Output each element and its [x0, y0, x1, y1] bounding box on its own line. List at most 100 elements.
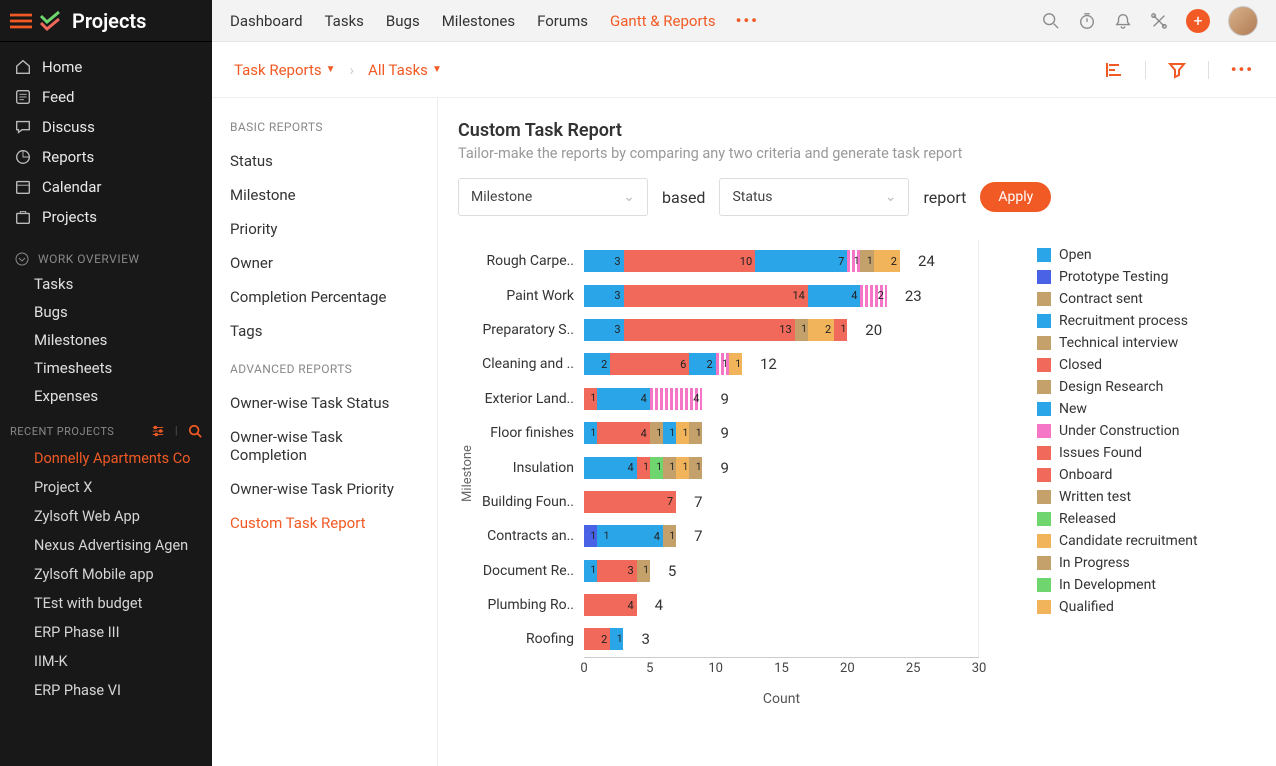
- bar-stack[interactable]: 7: [584, 491, 676, 513]
- bar-segment[interactable]: 1: [716, 353, 729, 375]
- report-item[interactable]: Owner-wise Task Completion: [230, 420, 419, 472]
- bar-segment[interactable]: 7: [584, 491, 676, 513]
- recent-project-item[interactable]: Zylsoft Web App: [0, 502, 212, 531]
- bar-segment[interactable]: 1: [584, 560, 597, 582]
- bar-segment[interactable]: 1: [689, 422, 702, 444]
- bar-segment[interactable]: 7: [755, 250, 847, 272]
- bar-segment[interactable]: 13: [624, 319, 795, 341]
- bar-segment[interactable]: 3: [584, 319, 624, 341]
- bell-icon[interactable]: [1114, 12, 1132, 30]
- bar-segment[interactable]: 2: [860, 285, 886, 307]
- bar-segment[interactable]: 4: [584, 457, 637, 479]
- report-item[interactable]: Completion Percentage: [230, 280, 419, 314]
- bar-segment[interactable]: 1: [650, 457, 663, 479]
- search-icon[interactable]: [188, 424, 202, 438]
- legend-item[interactable]: Design Research: [1037, 376, 1198, 398]
- add-button[interactable]: +: [1186, 9, 1210, 33]
- report-item[interactable]: Status: [230, 144, 419, 178]
- bar-segment[interactable]: 3: [584, 285, 624, 307]
- criteria1-select[interactable]: Milestone ⌄: [458, 178, 648, 216]
- legend-item[interactable]: Issues Found: [1037, 442, 1198, 464]
- breadcrumb-item[interactable]: Task Reports▼: [234, 61, 336, 79]
- breadcrumb-item[interactable]: All Tasks▼: [368, 61, 442, 79]
- legend-item[interactable]: Closed: [1037, 354, 1198, 376]
- bar-segment[interactable]: 4: [584, 594, 637, 616]
- topnav-more[interactable]: •••: [736, 11, 759, 30]
- legend-item[interactable]: Under Construction: [1037, 420, 1198, 442]
- report-item[interactable]: Milestone: [230, 178, 419, 212]
- report-item[interactable]: Owner-wise Task Status: [230, 386, 419, 420]
- legend-item[interactable]: In Development: [1037, 574, 1198, 596]
- legend-item[interactable]: Recruitment process: [1037, 310, 1198, 332]
- bar-stack[interactable]: 411111: [584, 457, 702, 479]
- bar-stack[interactable]: 31442: [584, 285, 887, 307]
- user-avatar[interactable]: [1228, 6, 1258, 36]
- bar-segment[interactable]: 1: [663, 457, 676, 479]
- sidebar-item-bugs[interactable]: Bugs: [0, 298, 212, 326]
- bar-segment[interactable]: 1: [637, 560, 650, 582]
- sidebar-item-timesheets[interactable]: Timesheets: [0, 354, 212, 382]
- apply-button[interactable]: Apply: [980, 182, 1051, 212]
- bar-segment[interactable]: 1: [847, 250, 860, 272]
- bar-segment[interactable]: 1: [584, 422, 597, 444]
- bar-stack[interactable]: 1141: [584, 525, 676, 547]
- search-icon[interactable]: [1042, 12, 1060, 30]
- bar-segment[interactable]: 1: [584, 388, 597, 410]
- bar-stack[interactable]: 3107112: [584, 250, 900, 272]
- bar-stack[interactable]: 141111: [584, 422, 702, 444]
- bar-segment[interactable]: 4: [650, 388, 703, 410]
- legend-item[interactable]: Onboard: [1037, 464, 1198, 486]
- legend-item[interactable]: In Progress: [1037, 552, 1198, 574]
- bar-segment[interactable]: 1: [610, 628, 623, 650]
- bar-segment[interactable]: 2: [874, 250, 900, 272]
- bar-segment[interactable]: 1: [795, 319, 808, 341]
- bar-segment[interactable]: 4: [610, 525, 663, 547]
- more-icon[interactable]: •••: [1231, 60, 1254, 79]
- chart-view-icon[interactable]: [1105, 61, 1123, 79]
- tools-icon[interactable]: [1150, 12, 1168, 30]
- bar-segment[interactable]: 1: [676, 422, 689, 444]
- topnav-item[interactable]: Milestones: [442, 12, 515, 30]
- bar-segment[interactable]: 1: [637, 457, 650, 479]
- settings-icon[interactable]: [151, 424, 165, 438]
- report-item[interactable]: Owner: [230, 246, 419, 280]
- sidebar-item-milestones[interactable]: Milestones: [0, 326, 212, 354]
- legend-item[interactable]: Written test: [1037, 486, 1198, 508]
- bar-stack[interactable]: 144: [584, 388, 702, 410]
- legend-item[interactable]: Qualified: [1037, 596, 1198, 618]
- sidebar-item-calendar[interactable]: Calendar: [0, 172, 212, 202]
- recent-project-item[interactable]: TEst with budget: [0, 589, 212, 618]
- bar-stack[interactable]: 21: [584, 628, 623, 650]
- timer-icon[interactable]: [1078, 12, 1096, 30]
- recent-project-item[interactable]: ERP Phase III: [0, 618, 212, 647]
- legend-item[interactable]: Contract sent: [1037, 288, 1198, 310]
- bar-segment[interactable]: 1: [689, 457, 702, 479]
- topnav-item[interactable]: Forums: [537, 12, 588, 30]
- filter-icon[interactable]: [1168, 61, 1186, 79]
- bar-segment[interactable]: 1: [597, 525, 610, 547]
- recent-project-item[interactable]: Nexus Advertising Agen: [0, 531, 212, 560]
- bar-stack[interactable]: 313121: [584, 319, 847, 341]
- bar-stack[interactable]: 26211: [584, 353, 742, 375]
- bar-segment[interactable]: 1: [860, 250, 873, 272]
- bar-stack[interactable]: 4: [584, 594, 637, 616]
- topnav-item[interactable]: Gantt & Reports: [610, 12, 716, 30]
- bar-segment[interactable]: 3: [597, 560, 637, 582]
- bar-segment[interactable]: 2: [689, 353, 715, 375]
- legend-item[interactable]: New: [1037, 398, 1198, 420]
- sidebar-item-projects[interactable]: Projects: [0, 202, 212, 232]
- bar-segment[interactable]: 1: [663, 422, 676, 444]
- report-item[interactable]: Custom Task Report: [230, 506, 419, 540]
- sidebar-item-tasks[interactable]: Tasks: [0, 270, 212, 298]
- bar-segment[interactable]: 4: [597, 388, 650, 410]
- topnav-item[interactable]: Bugs: [386, 12, 420, 30]
- sidebar-item-home[interactable]: Home: [0, 52, 212, 82]
- legend-item[interactable]: Technical interview: [1037, 332, 1198, 354]
- menu-icon[interactable]: [10, 10, 32, 32]
- bar-segment[interactable]: 10: [624, 250, 756, 272]
- bar-segment[interactable]: 14: [624, 285, 808, 307]
- legend-item[interactable]: Prototype Testing: [1037, 266, 1198, 288]
- topnav-item[interactable]: Tasks: [325, 12, 364, 30]
- sidebar-item-reports[interactable]: Reports: [0, 142, 212, 172]
- bar-segment[interactable]: 4: [597, 422, 650, 444]
